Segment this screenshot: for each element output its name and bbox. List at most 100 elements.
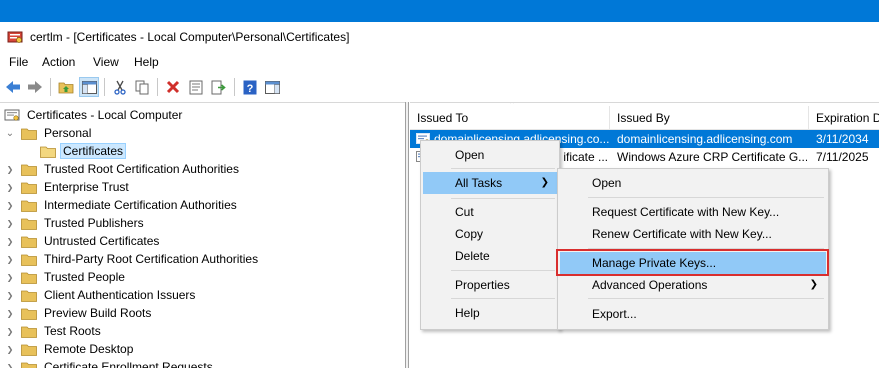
cell-expiration: 3/11/2034 <box>816 132 869 146</box>
expand-chevron-icon[interactable]: ❯ <box>4 217 16 229</box>
menu-separator <box>451 270 555 271</box>
certificate-manager-icon <box>7 31 23 43</box>
tree-item[interactable]: ❯ Test Roots <box>4 322 103 340</box>
tree-item[interactable]: ❯ Client Authentication Issuers <box>4 286 197 304</box>
expand-chevron-icon[interactable]: ❯ <box>4 289 16 301</box>
tree-item-label: Client Authentication Issuers <box>44 288 196 302</box>
toolbar-separator <box>104 78 105 96</box>
pane-splitter[interactable] <box>405 102 409 368</box>
column-expiration-date[interactable]: Expiration D <box>809 106 879 130</box>
expand-chevron-icon[interactable]: ❯ <box>4 343 16 355</box>
context-menu-delete[interactable]: Delete <box>423 245 557 267</box>
tree-item[interactable]: ❯ Enterprise Trust <box>4 178 131 196</box>
up-folder-icon[interactable] <box>56 77 76 97</box>
folder-icon <box>21 164 37 176</box>
menu-help[interactable]: Help <box>132 55 161 69</box>
menu-view[interactable]: View <box>91 55 121 69</box>
menu-bar: File Action View Help <box>0 52 879 74</box>
toolbar-separator <box>50 78 51 96</box>
tree-item[interactable]: ❯ Trusted People <box>4 268 127 286</box>
menu-separator <box>588 197 824 198</box>
tree-item-label: Personal <box>44 126 92 140</box>
context-menu-all-tasks[interactable]: All Tasks ❯ <box>423 172 557 194</box>
tree-item[interactable]: ❯ Third-Party Root Certification Authorit… <box>4 250 260 268</box>
tree-item[interactable]: ❯ Certificate Enrollment Requests <box>4 358 215 368</box>
delete-icon[interactable] <box>163 77 183 97</box>
submenu-advanced-operations[interactable]: Advanced Operations ❯ <box>560 274 826 296</box>
expand-chevron-icon[interactable]: ❯ <box>4 181 16 193</box>
tree-root[interactable]: Certificates - Local Computer <box>4 106 184 124</box>
tree-item-label: Intermediate Certification Authorities <box>44 198 237 212</box>
context-menu: Open All Tasks ❯ Cut Copy Delete Propert… <box>420 140 560 330</box>
window-title: certlm - [Certificates - Local Computer\… <box>30 30 350 44</box>
expand-chevron-icon[interactable]: ❯ <box>4 271 16 283</box>
tree-item-label: Untrusted Certificates <box>44 234 160 248</box>
show-hide-tree-icon[interactable] <box>79 77 99 97</box>
cut-icon[interactable] <box>110 77 130 97</box>
submenu-arrow-icon: ❯ <box>540 177 549 188</box>
help-icon[interactable]: ? <box>240 77 260 97</box>
title-bar: certlm - [Certificates - Local Computer\… <box>0 22 879 52</box>
submenu-arrow-icon: ❯ <box>809 279 818 290</box>
collapse-chevron-icon[interactable]: ⌄ <box>4 127 16 139</box>
column-issued-by[interactable]: Issued By <box>610 106 809 130</box>
menu-item-label: All Tasks <box>455 176 503 190</box>
tree-item-certificates[interactable]: Certificates <box>40 142 127 160</box>
tree-item[interactable]: ❯ Trusted Publishers <box>4 214 146 232</box>
computer-certificates-icon <box>4 109 20 121</box>
toolbar-separator <box>157 78 158 96</box>
cell-issued-by: domainlicensing.adlicensing.com <box>617 132 793 146</box>
menu-separator <box>451 168 555 169</box>
tree-item-label: Certificate Enrollment Requests <box>44 360 213 368</box>
forward-icon[interactable] <box>25 77 45 97</box>
back-icon[interactable] <box>3 77 23 97</box>
column-issued-to[interactable]: Issued To <box>410 106 610 130</box>
expand-chevron-icon[interactable]: ❯ <box>4 307 16 319</box>
tree-item[interactable]: ❯ Remote Desktop <box>4 340 135 358</box>
folder-icon <box>21 326 37 338</box>
tree-item-label: Remote Desktop <box>44 342 134 356</box>
tree-item[interactable]: ❯ Preview Build Roots <box>4 304 153 322</box>
expand-chevron-icon[interactable]: ❯ <box>4 361 16 368</box>
context-menu-properties[interactable]: Properties <box>423 274 557 296</box>
expand-chevron-icon[interactable]: ❯ <box>4 253 16 265</box>
list-header: ⌃ Issued To Issued By Expiration D <box>410 103 879 130</box>
submenu-request-certificate-new-key[interactable]: Request Certificate with New Key... <box>560 201 826 223</box>
context-menu-cut[interactable]: Cut <box>423 201 557 223</box>
tree-item-label: Trusted People <box>44 270 125 284</box>
menu-file[interactable]: File <box>7 55 30 69</box>
folder-icon <box>21 182 37 194</box>
expand-chevron-icon[interactable]: ❯ <box>4 235 16 247</box>
tree-item[interactable]: ❯ Intermediate Certification Authorities <box>4 196 239 214</box>
cell-expiration: 7/11/2025 <box>816 150 869 164</box>
menu-separator <box>451 298 555 299</box>
annotation-highlight-box <box>556 249 829 276</box>
toolbar: ? <box>0 74 879 101</box>
submenu-renew-certificate-new-key[interactable]: Renew Certificate with New Key... <box>560 223 826 245</box>
submenu-export[interactable]: Export... <box>560 303 826 325</box>
folder-icon <box>21 362 37 368</box>
properties-icon[interactable] <box>186 77 206 97</box>
tree-item[interactable]: ❯ Untrusted Certificates <box>4 232 161 250</box>
tree-item-label: Trusted Publishers <box>44 216 144 230</box>
tree-item-personal[interactable]: ⌄ Personal <box>4 124 93 142</box>
folder-icon <box>21 344 37 356</box>
context-menu-help[interactable]: Help <box>423 302 557 324</box>
tree-item[interactable]: ❯ Trusted Root Certification Authorities <box>4 160 241 178</box>
expand-chevron-icon[interactable]: ❯ <box>4 325 16 337</box>
folder-icon <box>21 236 37 248</box>
expand-chevron-icon[interactable]: ❯ <box>4 163 16 175</box>
context-menu-copy[interactable]: Copy <box>423 223 557 245</box>
cell-issued-by: Windows Azure CRP Certificate G... <box>617 150 807 164</box>
menu-action[interactable]: Action <box>40 55 77 69</box>
submenu-open[interactable]: Open <box>560 172 826 194</box>
copy-icon[interactable] <box>132 77 152 97</box>
folder-icon <box>21 218 37 230</box>
export-icon[interactable] <box>208 77 228 97</box>
tree-item-label: Enterprise Trust <box>44 180 129 194</box>
action-pane-icon[interactable] <box>262 77 282 97</box>
context-menu-open[interactable]: Open <box>423 144 557 166</box>
menu-separator <box>451 198 555 199</box>
folder-icon <box>21 200 37 212</box>
expand-chevron-icon[interactable]: ❯ <box>4 199 16 211</box>
